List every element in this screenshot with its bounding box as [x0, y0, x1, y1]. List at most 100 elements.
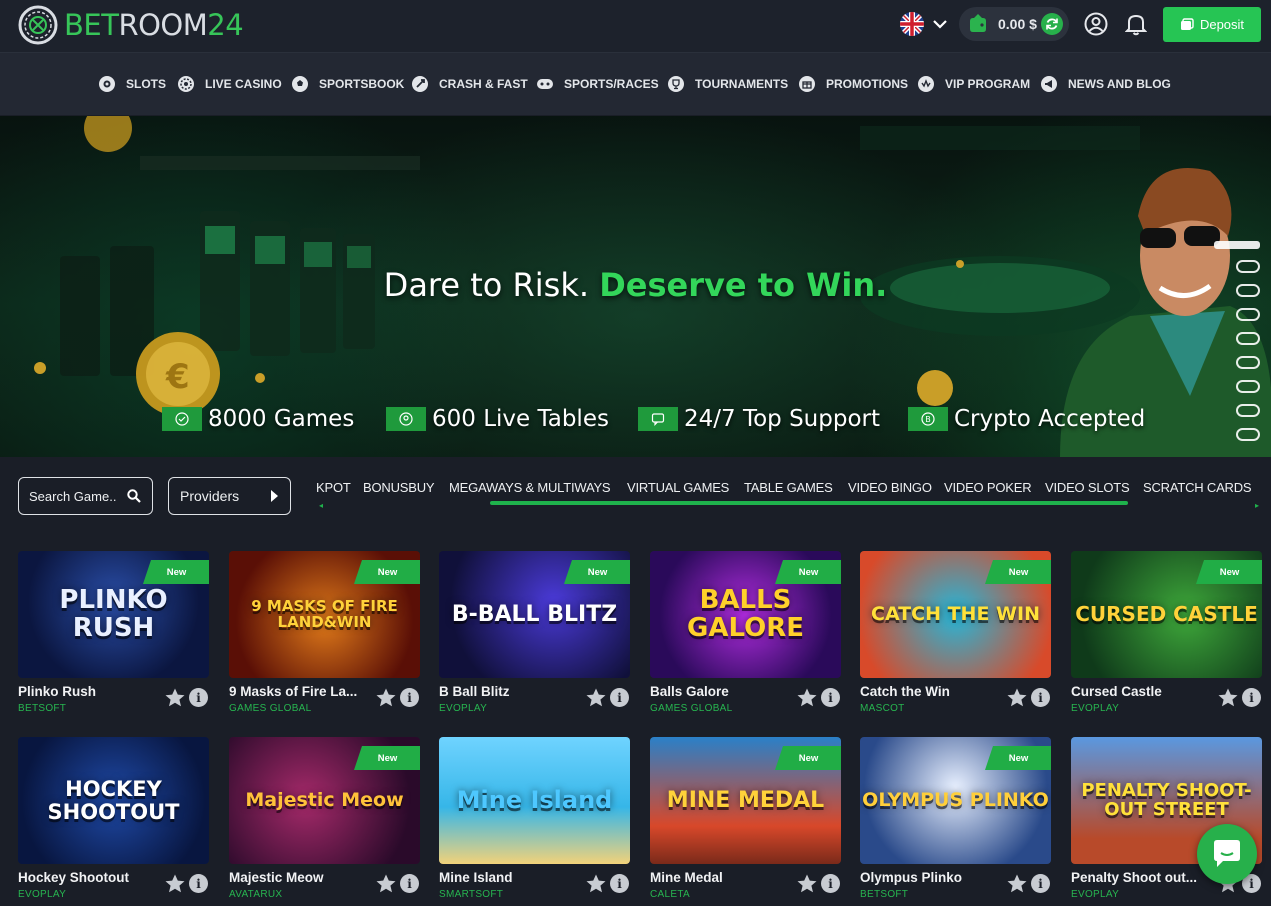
game-provider[interactable]: MASCOT — [860, 703, 905, 714]
tab-megaways[interactable]: MEGAWAYS & MULTIWAYS — [449, 480, 611, 495]
favorite-star-icon[interactable] — [797, 874, 817, 893]
tab-jackpot[interactable]: KPOT — [316, 480, 351, 495]
game-thumbnail[interactable]: CURSED CASTLE New — [1071, 551, 1262, 678]
game-provider[interactable]: GAMES GLOBAL — [650, 703, 733, 714]
tab-video-poker[interactable]: VIDEO POKER — [944, 480, 1032, 495]
game-card[interactable]: Mine Island Mine Island SMARTSOFT i — [439, 737, 630, 900]
game-title[interactable]: Balls Galore — [650, 684, 800, 699]
game-thumbnail[interactable]: 9 MASKS OF FIRE LAND&WIN New — [229, 551, 420, 678]
tab-video-slots[interactable]: VIDEO SLOTS — [1045, 480, 1130, 495]
game-title[interactable]: Olympus Plinko — [860, 870, 1010, 885]
game-provider[interactable]: EVOPLAY — [439, 703, 487, 714]
info-icon[interactable]: i — [610, 874, 629, 893]
nav-item-sportsbook[interactable]: SPORTSBOOK — [291, 74, 404, 94]
game-thumbnail[interactable]: HOCKEY SHOOTOUT — [18, 737, 209, 864]
tab-bonusbuy[interactable]: BONUSBUY — [363, 480, 435, 495]
game-thumbnail[interactable]: OLYMPUS PLINKO New — [860, 737, 1051, 864]
game-provider[interactable]: SMARTSOFT — [439, 889, 503, 900]
site-logo[interactable]: BETROOM24 — [18, 5, 244, 45]
favorite-star-icon[interactable] — [1007, 688, 1027, 707]
game-thumbnail[interactable]: CATCH THE WIN New — [860, 551, 1051, 678]
game-provider[interactable]: EVOPLAY — [1071, 889, 1119, 900]
info-icon[interactable]: i — [189, 688, 208, 707]
info-icon[interactable]: i — [1031, 688, 1050, 707]
scroll-left-arrow[interactable]: ◂ — [319, 501, 323, 510]
slider-dot[interactable] — [1236, 284, 1260, 297]
game-thumbnail[interactable]: Majestic Meow New — [229, 737, 420, 864]
game-card[interactable]: B-BALL BLITZ New B Ball Blitz EVOPLAY i — [439, 551, 630, 714]
game-title[interactable]: B Ball Blitz — [439, 684, 589, 699]
favorite-star-icon[interactable] — [1218, 688, 1238, 707]
slider-dot[interactable] — [1236, 356, 1260, 369]
refresh-balance-button[interactable] — [1041, 13, 1063, 35]
info-icon[interactable]: i — [1242, 688, 1261, 707]
nav-item-promotions[interactable]: PROMOTIONS — [798, 74, 908, 94]
game-title[interactable]: Mine Island — [439, 870, 589, 885]
game-thumbnail[interactable]: PLINKO RUSH New — [18, 551, 209, 678]
deposit-button[interactable]: Deposit — [1163, 7, 1261, 42]
favorite-star-icon[interactable] — [376, 688, 396, 707]
game-provider[interactable]: AVATARUX — [229, 889, 282, 900]
search-game-input[interactable]: Search Game.. — [18, 477, 153, 515]
favorite-star-icon[interactable] — [165, 874, 185, 893]
info-icon[interactable]: i — [400, 688, 419, 707]
slider-dot[interactable] — [1236, 260, 1260, 273]
slider-dot[interactable] — [1236, 428, 1260, 441]
nav-item-news-blog[interactable]: NEWS AND BLOG — [1040, 74, 1171, 94]
info-icon[interactable]: i — [400, 874, 419, 893]
info-icon[interactable]: i — [821, 874, 840, 893]
info-icon[interactable]: i — [189, 874, 208, 893]
game-provider[interactable]: EVOPLAY — [18, 889, 66, 900]
nav-item-live-casino[interactable]: LIVE CASINO — [177, 74, 282, 94]
notifications-button[interactable] — [1123, 10, 1149, 38]
favorite-star-icon[interactable] — [586, 688, 606, 707]
providers-dropdown[interactable]: Providers — [168, 477, 291, 515]
tab-scratch-cards[interactable]: SCRATCH CARDS — [1143, 480, 1252, 495]
live-chat-button[interactable] — [1197, 824, 1257, 884]
slider-dot[interactable] — [1236, 404, 1260, 417]
game-card[interactable]: BALLS GALORE New Balls Galore GAMES GLOBAL i — [650, 551, 841, 714]
language-selector[interactable] — [900, 12, 947, 36]
game-card[interactable]: HOCKEY SHOOTOUT Hockey Shootout EVOPLAY i — [18, 737, 209, 900]
profile-button[interactable] — [1083, 10, 1109, 38]
category-scrollbar[interactable] — [490, 501, 1128, 505]
game-card[interactable]: 9 MASKS OF FIRE LAND&WIN New 9 Masks of Fi… — [229, 551, 420, 714]
game-title[interactable]: Majestic Meow — [229, 870, 379, 885]
info-icon[interactable]: i — [610, 688, 629, 707]
game-card[interactable]: OLYMPUS PLINKO New Olympus Plinko BETSOFT i — [860, 737, 1051, 900]
game-title[interactable]: 9 Masks of Fire La... — [229, 684, 379, 699]
nav-item-tournaments[interactable]: TOURNAMENTS — [667, 74, 788, 94]
game-thumbnail[interactable]: BALLS GALORE New — [650, 551, 841, 678]
info-icon[interactable]: i — [1031, 874, 1050, 893]
favorite-star-icon[interactable] — [165, 688, 185, 707]
game-title[interactable]: Mine Medal — [650, 870, 800, 885]
game-thumbnail[interactable]: B-BALL BLITZ New — [439, 551, 630, 678]
game-card[interactable]: PLINKO RUSH New Plinko Rush BETSOFT i — [18, 551, 209, 714]
game-thumbnail[interactable]: Mine Island — [439, 737, 630, 864]
slider-dot[interactable] — [1236, 380, 1260, 393]
slider-dot[interactable] — [1236, 308, 1260, 321]
game-thumbnail[interactable]: MINE MEDAL New — [650, 737, 841, 864]
game-title[interactable]: Cursed Castle — [1071, 684, 1221, 699]
slider-dot[interactable] — [1236, 332, 1260, 345]
game-provider[interactable]: BETSOFT — [860, 889, 908, 900]
favorite-star-icon[interactable] — [797, 688, 817, 707]
tab-table-games[interactable]: TABLE GAMES — [744, 480, 833, 495]
game-title[interactable]: Catch the Win — [860, 684, 1010, 699]
favorite-star-icon[interactable] — [586, 874, 606, 893]
game-card[interactable]: CURSED CASTLE New Cursed Castle EVOPLAY i — [1071, 551, 1262, 714]
nav-item-crash-fast[interactable]: CRASH & FAST — [411, 74, 528, 94]
favorite-star-icon[interactable] — [1007, 874, 1027, 893]
game-card[interactable]: CATCH THE WIN New Catch the Win MASCOT i — [860, 551, 1051, 714]
tab-virtual-games[interactable]: VIRTUAL GAMES — [627, 480, 729, 495]
balance-widget[interactable]: 0.00 $ — [959, 7, 1069, 41]
hero-banner[interactable]: € Dare to Risk. Deserve to Win. 8000 Gam… — [0, 116, 1271, 457]
favorite-star-icon[interactable] — [376, 874, 396, 893]
nav-item-slots[interactable]: SLOTS — [98, 74, 166, 94]
game-card[interactable]: Majestic Meow New Majestic Meow AVATARUX i — [229, 737, 420, 900]
slider-dot[interactable] — [1214, 241, 1260, 249]
game-title[interactable]: Penalty Shoot out... — [1071, 870, 1221, 885]
game-card[interactable]: MINE MEDAL New Mine Medal CALETA i — [650, 737, 841, 900]
game-provider[interactable]: BETSOFT — [18, 703, 66, 714]
game-title[interactable]: Hockey Shootout — [18, 870, 168, 885]
